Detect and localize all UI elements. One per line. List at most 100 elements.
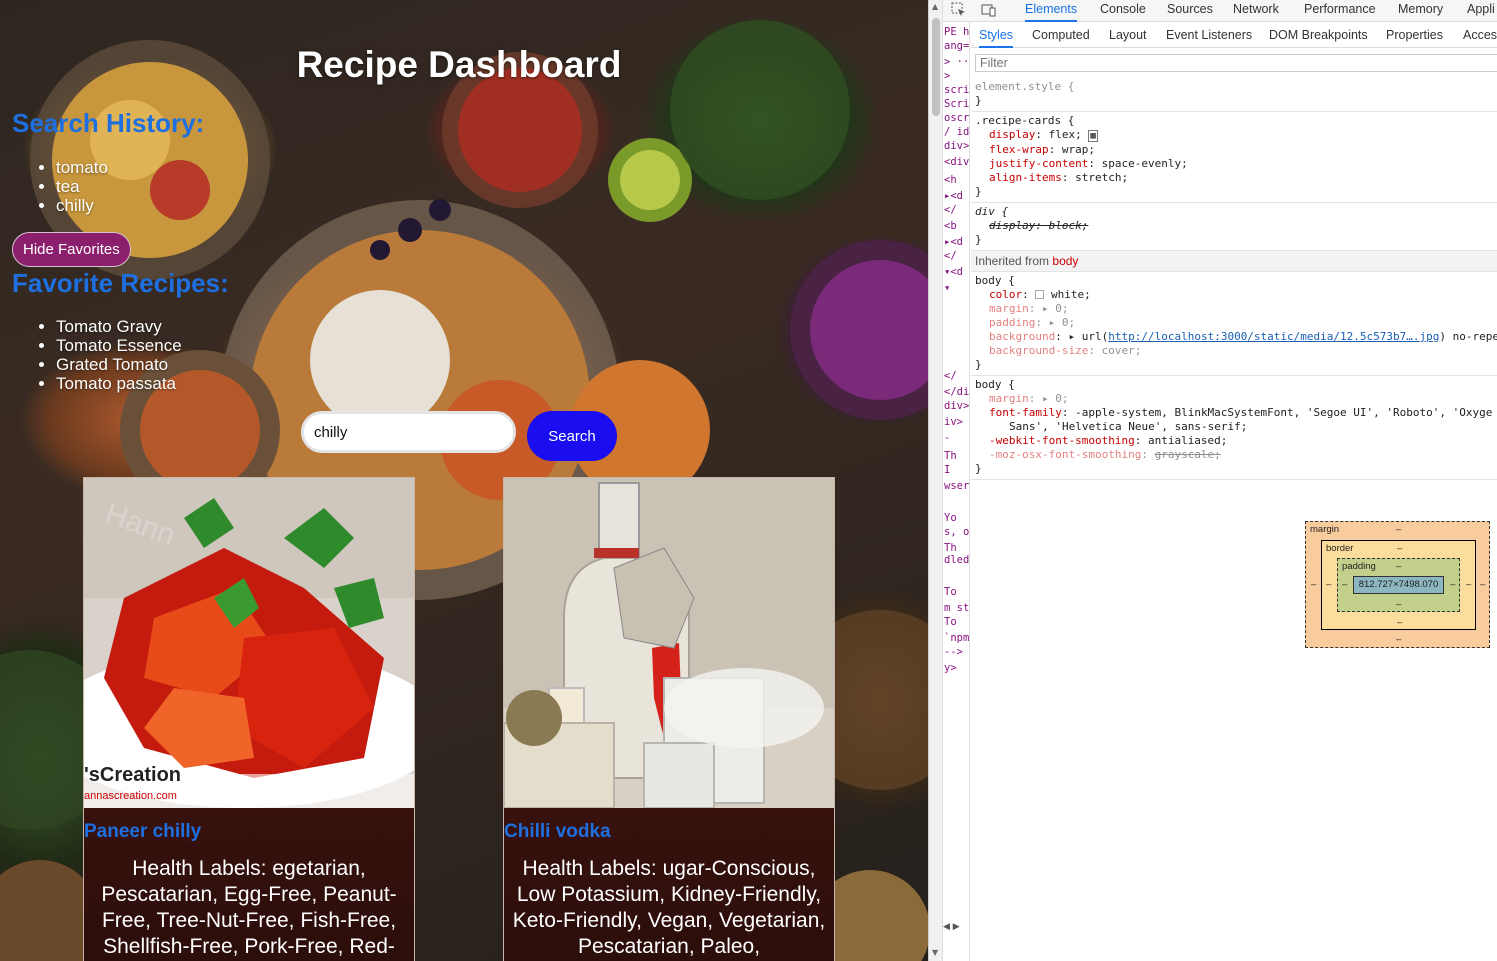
dom-tree-node[interactable]: - [944,432,950,444]
css-declaration[interactable]: display: flex; ▦ [975,128,1497,143]
dom-tree-panel[interactable]: PE h ang= > ··· > scri Scri oscri / id= div> <div… [943,22,970,961]
favorite-recipe-item[interactable]: Tomato Gravy [56,317,182,336]
tab-computed[interactable]: Computed [1032,22,1090,48]
tab-styles[interactable]: Styles [979,22,1014,48]
dom-tree-node[interactable]: </di [944,386,969,398]
dom-tree-node[interactable]: scri [944,84,969,96]
css-declaration[interactable]: -webkit-font-smoothing: antialiased; [975,434,1497,448]
tab-network[interactable]: Network [1233,0,1279,22]
css-declaration-inactive[interactable]: -moz-osx-font-smoothing: grayscale; [975,448,1497,462]
dom-tree-node[interactable]: div> [944,400,969,412]
dom-tree-node[interactable]: <b [944,220,957,232]
css-declaration[interactable]: color: white; [975,288,1497,302]
background-url-link[interactable]: http://localhost:3000/static/media/12.5c… [1108,330,1439,343]
search-history-item[interactable]: chilly [56,196,108,215]
css-declaration[interactable]: justify-content: space-evenly; [975,157,1497,171]
tab-properties[interactable]: Properties [1386,22,1443,48]
tab-event-listeners[interactable]: Event Listeners [1166,22,1252,48]
dom-tree-node[interactable]: I [944,464,950,476]
color-swatch-icon[interactable] [1035,290,1045,299]
dom-tree-node[interactable]: div> [944,140,969,152]
dom-tree-node[interactable]: m sta [944,602,969,614]
recipe-card[interactable]: Chilli vodka Health Labels: ugar-Conscio… [503,477,835,961]
dom-tree-node[interactable]: dled [944,554,969,566]
box-model-padding[interactable]: padding – – – – 812.727×7498.070 [1337,558,1460,612]
recipe-name[interactable]: Paneer chilly [84,821,201,843]
dom-tree-node[interactable]: `npm [944,632,969,644]
favorite-recipe-item[interactable]: Grated Tomato [56,355,182,374]
dom-tree-node[interactable]: </ [944,204,957,216]
dom-tree-node[interactable]: Scri [944,98,969,110]
tab-accessibility[interactable]: Access [1463,22,1497,48]
dom-tree-node[interactable]: --> [944,646,963,658]
style-rule-body[interactable]: body { color: white; margin: ▸ 0; paddin… [971,272,1497,376]
search-history-item[interactable]: tea [56,177,108,196]
page-scrollbar[interactable]: ▲ ▼ [929,0,943,961]
inherited-tag-link[interactable]: body [1052,254,1078,268]
recipe-card[interactable]: Hann 'sCreation annascreation.com Paneer… [83,477,415,961]
dom-tree-node[interactable]: </ [944,370,957,382]
tab-dom-breakpoints[interactable]: DOM Breakpoints [1269,22,1368,48]
scroll-right-icon[interactable]: ▶ [953,922,960,932]
dom-tree-node[interactable]: s, o [944,526,969,538]
dom-tree-node[interactable]: <h [944,174,957,186]
scroll-down-icon[interactable]: ▼ [932,948,938,957]
tab-memory[interactable]: Memory [1398,0,1443,22]
dom-tree-node[interactable]: / id= [944,126,969,138]
dom-tree-node[interactable]: <div [944,156,969,168]
dom-tree-node[interactable]: iv> [944,416,963,428]
style-rule-body-2[interactable]: body { margin: ▸ 0; font-family: -apple-… [971,376,1497,480]
tab-application[interactable]: Appli [1467,0,1495,22]
tab-console[interactable]: Console [1100,0,1146,22]
dom-tree-node[interactable]: oscri [944,112,969,124]
scrollbar-thumb[interactable] [932,18,940,116]
flexbox-editor-icon[interactable]: ▦ [1088,130,1098,142]
dom-tree-node[interactable]: > ··· [944,56,969,68]
hide-favorites-button[interactable]: Hide Favorites [12,232,131,267]
dom-tree-node[interactable]: Th [944,542,957,554]
styles-filter-input[interactable] [975,54,1497,72]
favorite-recipe-item[interactable]: Tomato Essence [56,336,182,355]
dom-tree-node[interactable]: To [944,586,957,598]
scroll-up-icon[interactable]: ▲ [932,2,938,11]
css-declaration[interactable]: background: ▸ url(http://localhost:3000/… [975,330,1497,344]
style-rule-element[interactable]: element.style { } [971,78,1497,112]
dom-tree-node[interactable]: PE h [944,26,969,38]
css-declaration[interactable]: font-family: -apple-system, BlinkMacSyst… [975,406,1497,420]
device-toolbar-icon[interactable] [981,2,997,18]
dom-horizontal-scroll[interactable]: ◀ ▶ [943,922,971,940]
favorite-recipe-item[interactable]: Tomato passata [56,374,182,393]
css-declaration[interactable]: padding: ▸ 0; [975,316,1497,330]
inspect-element-icon[interactable] [951,2,967,18]
css-declaration[interactable]: flex-wrap: wrap; [975,143,1497,157]
tab-performance[interactable]: Performance [1304,0,1376,22]
dom-tree-node[interactable]: </ [944,250,957,262]
dom-tree-node[interactable]: > [944,70,950,82]
tab-layout[interactable]: Layout [1109,22,1147,48]
search-button[interactable]: Search [527,411,617,461]
search-history-item[interactable]: tomato [56,158,108,177]
dom-tree-node[interactable]: ang= [944,40,969,52]
dom-tree-node[interactable]: To [944,616,957,628]
style-rule-recipe-cards[interactable]: .recipe-cards { display: flex; ▦ flex-wr… [971,112,1497,203]
dom-tree-node[interactable]: Th [944,450,957,462]
dom-tree-node[interactable]: ▾<d [944,266,963,278]
dom-tree-node[interactable]: ▸<d [944,190,963,202]
dom-tree-node[interactable]: y> [944,662,957,674]
box-model-margin[interactable]: margin – – – – border – – – – padding – … [1305,521,1490,648]
search-input[interactable] [301,411,516,453]
css-declaration[interactable]: margin: ▸ 0; [975,302,1497,316]
recipe-name[interactable]: Chilli vodka [504,821,611,843]
scroll-left-icon[interactable]: ◀ [943,922,950,932]
dom-tree-node[interactable]: ▾ [944,282,950,294]
css-declaration[interactable]: align-items: stretch; [975,171,1497,185]
style-rule-div[interactable]: div { display: block; } [971,203,1497,251]
dom-tree-node[interactable]: wser [944,480,969,492]
box-model-content-size[interactable]: 812.727×7498.070 [1353,576,1444,594]
css-declaration[interactable]: margin: ▸ 0; [975,392,1497,406]
tab-elements[interactable]: Elements [1025,0,1078,22]
dom-tree-node[interactable]: Yo [944,512,957,524]
box-model-border[interactable]: border – – – – padding – – – – 812.727×7… [1321,540,1476,630]
tab-sources[interactable]: Sources [1167,0,1213,22]
css-declaration-overridden[interactable]: display: block; [975,219,1497,233]
